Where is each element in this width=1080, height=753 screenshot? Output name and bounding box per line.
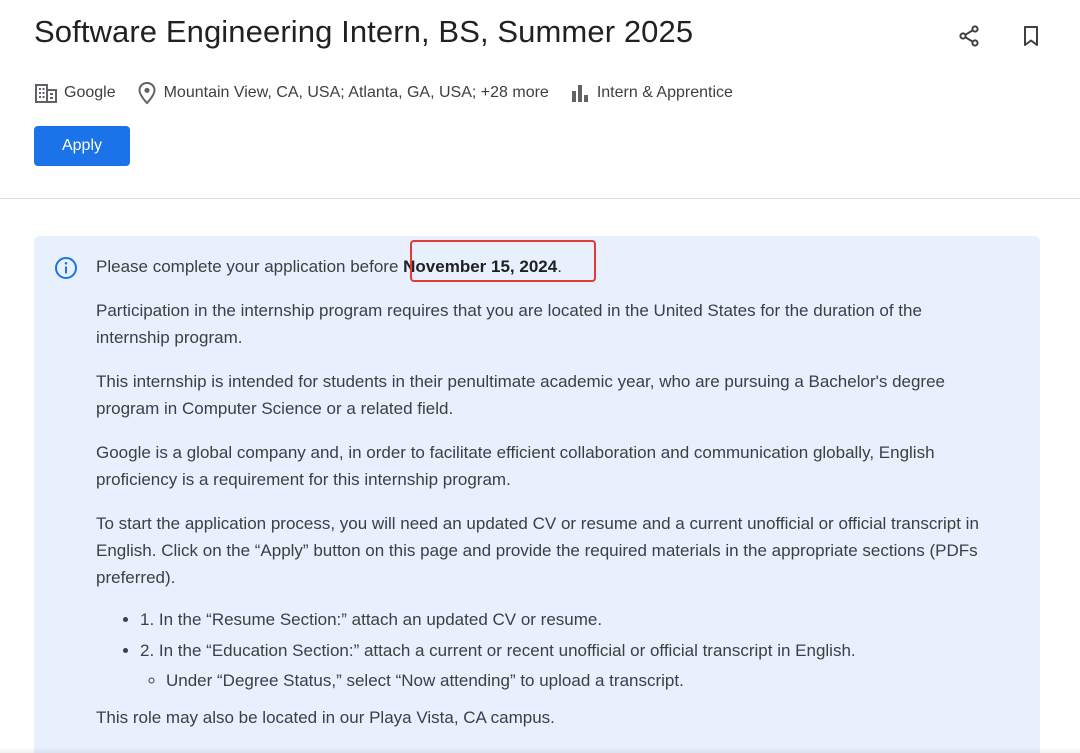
company-name: Google [64,84,116,101]
level-meta: Intern & Apprentice [569,82,733,104]
step-resume: 1. In the “Resume Section:” attach an up… [140,610,603,629]
locations-text: Mountain View, CA, USA; Atlanta, GA, USA… [163,84,549,101]
building-icon [35,84,57,103]
share-button[interactable] [951,18,987,54]
bar-chart-icon [571,85,588,102]
info-panel: Please complete your application before … [34,236,1040,753]
deadline-prefix: Please complete your application before [96,257,404,276]
info-icon [55,257,77,279]
level-text: Intern & Apprentice [596,84,733,101]
list-item: 1. In the “Resume Section:” attach an up… [140,606,996,633]
bottom-fade [0,747,1080,753]
job-meta-row: Google Mountain View, CA, USA; Atlanta, … [34,80,753,106]
info-paragraph-eligibility: This internship is intended for students… [96,372,946,418]
job-header: Software Engineering Intern, BS, Summer … [0,0,1080,199]
info-paragraph-process: To start the application process, you wi… [96,514,979,587]
step-education: 2. In the “Education Section:” attach a … [140,641,856,660]
location-pin-icon [138,81,156,105]
info-paragraph-english: Google is a global company and, in order… [96,443,935,489]
bookmark-button[interactable] [1013,18,1049,54]
info-paragraph-closing: This role may also be located in our Pla… [96,708,555,727]
apply-button[interactable]: Apply [34,126,130,166]
bookmark-icon [1024,26,1038,46]
job-title: Software Engineering Intern, BS, Summer … [34,14,694,49]
locations-meta: Mountain View, CA, USA; Atlanta, GA, USA… [136,81,549,105]
info-body: Please complete your application before … [96,253,996,748]
deadline-highlight-box [410,240,596,282]
list-item: 2. In the “Education Section:” attach a … [140,637,996,694]
company-meta: Google [34,82,116,104]
job-posting-page: Software Engineering Intern, BS, Summer … [0,0,1080,753]
share-icon [959,25,979,47]
application-steps: 1. In the “Resume Section:” attach an up… [96,606,996,694]
list-item: Under “Degree Status,” select “Now atten… [166,667,996,694]
info-paragraph-location: Participation in the internship program … [96,301,922,347]
education-sub-steps: Under “Degree Status,” select “Now atten… [140,667,996,694]
sub-step-degree-status: Under “Degree Status,” select “Now atten… [166,671,684,690]
